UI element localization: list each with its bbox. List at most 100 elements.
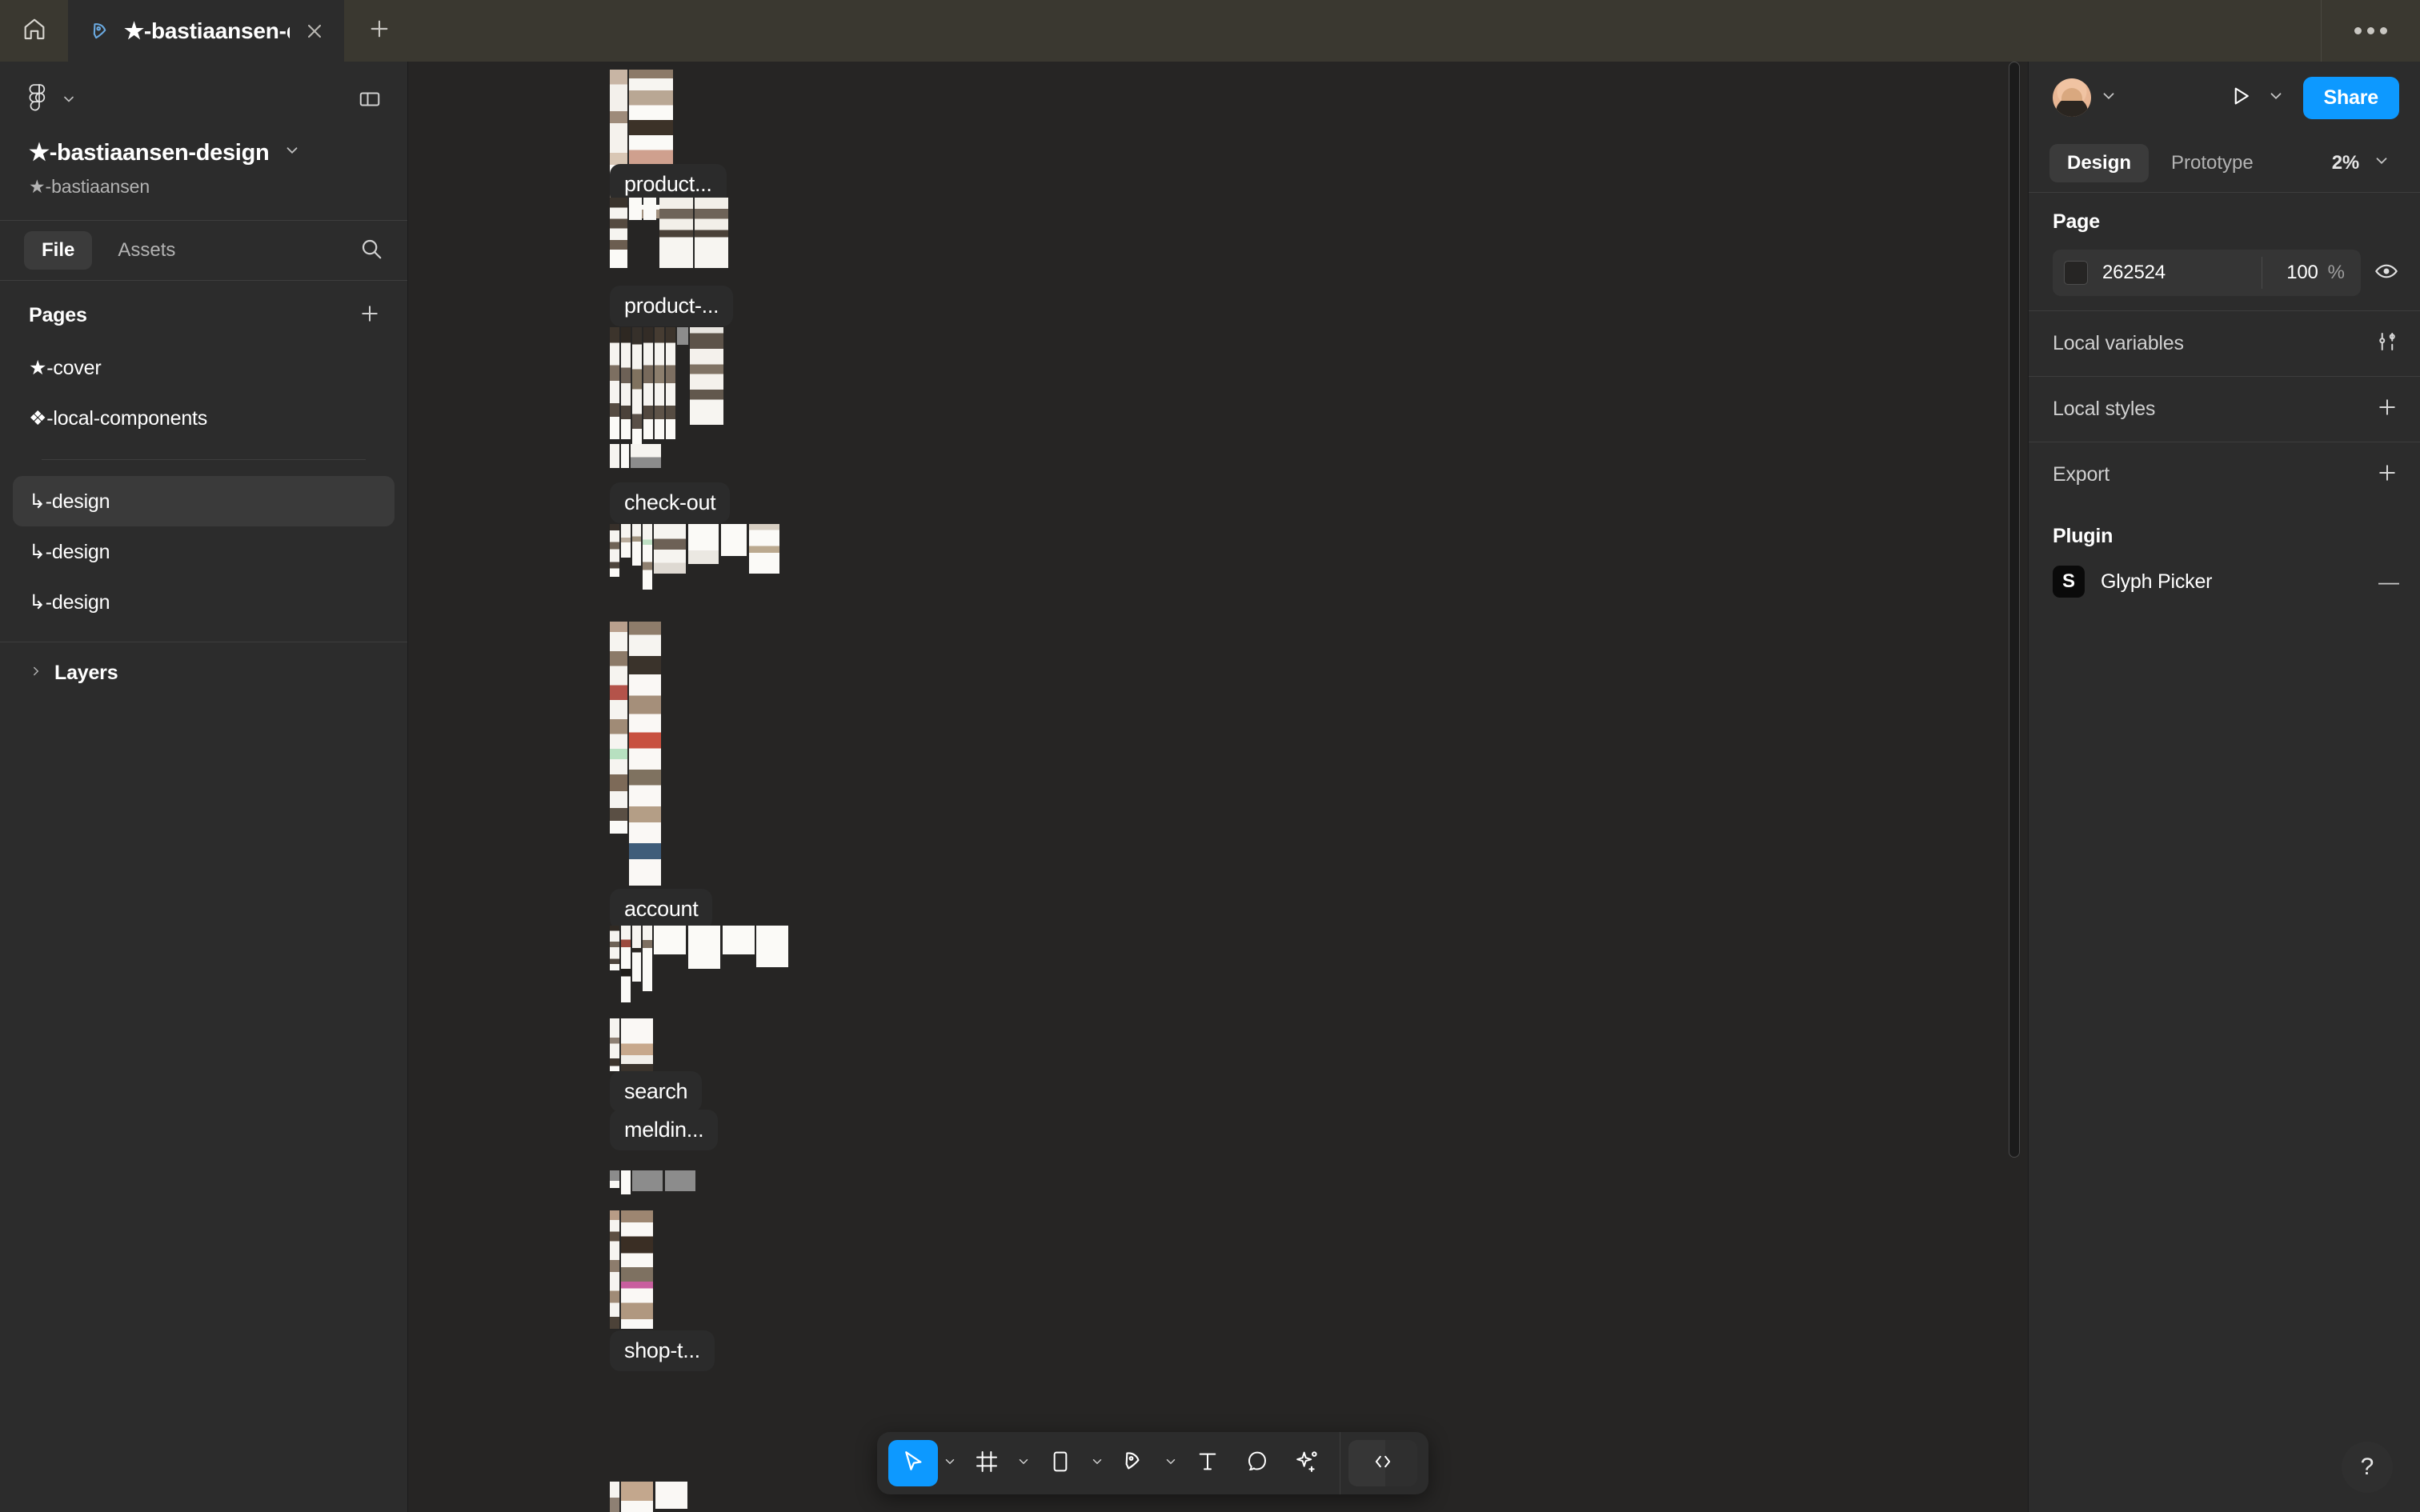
frame-thumbnail[interactable] (610, 1482, 619, 1512)
file-title-row[interactable]: ★-bastiaansen-design (29, 138, 379, 166)
visibility-toggle[interactable] (2374, 258, 2399, 288)
add-page-button[interactable] (358, 302, 382, 330)
frame-thumbnail[interactable] (610, 622, 627, 834)
frame-label[interactable]: meldin... (610, 1110, 719, 1150)
frame-thumbnail[interactable] (643, 926, 652, 991)
frame-thumbnail[interactable] (643, 524, 652, 590)
frame-thumbnail[interactable] (610, 524, 619, 577)
frame-thumbnail[interactable] (690, 327, 723, 425)
frame-thumbnail[interactable] (688, 524, 719, 564)
browser-tab[interactable]: ★-bastiaansen-design (68, 0, 344, 62)
frame-thumbnail[interactable] (655, 1482, 687, 1509)
zoom-level[interactable]: 2% (2332, 152, 2359, 174)
export-row[interactable]: Export (2029, 442, 2420, 507)
frame-thumbnail[interactable] (721, 524, 747, 556)
frame-thumbnail[interactable] (677, 327, 688, 345)
open-variables-button[interactable] (2375, 330, 2399, 358)
frame-thumbnail[interactable] (723, 926, 755, 954)
frame-label[interactable]: search (610, 1071, 703, 1112)
frame-label[interactable]: account (610, 889, 713, 930)
frame-thumbnail[interactable] (632, 1170, 663, 1191)
frame-thumbnail[interactable] (621, 926, 631, 1002)
share-button[interactable]: Share (2302, 76, 2399, 119)
layers-section-header[interactable]: Layers (0, 642, 407, 704)
frame-thumbnail[interactable] (654, 926, 686, 954)
pen-tool-caret[interactable] (1159, 1440, 1183, 1486)
frame-tool-caret[interactable] (1012, 1440, 1036, 1486)
close-icon[interactable] (301, 18, 328, 45)
sidebar-item-local-components[interactable]: ❖-local-components (13, 393, 395, 443)
frame-thumbnail[interactable] (632, 524, 641, 566)
sidebar-item-design-1[interactable]: ↳-design (13, 476, 395, 526)
zoom-caret-button[interactable] (2364, 146, 2399, 181)
frame-thumbnail[interactable] (610, 327, 619, 439)
frame-thumbnail[interactable] (632, 327, 642, 451)
sidebar-item-design-3[interactable]: ↳-design (13, 577, 395, 627)
new-tab-button[interactable] (344, 0, 415, 62)
dev-mode-button[interactable] (1348, 1440, 1417, 1486)
frame-label[interactable]: product-... (610, 286, 734, 326)
browser-menu-button[interactable] (2321, 0, 2420, 62)
present-button[interactable] (2223, 80, 2258, 115)
shape-tool-button[interactable] (1036, 1440, 1085, 1486)
home-button[interactable] (0, 0, 68, 62)
frame-label[interactable]: check-out (610, 482, 731, 523)
canvas-scrollbar[interactable] (2009, 62, 2020, 1158)
frame-thumbnail[interactable] (629, 198, 642, 220)
local-styles-row[interactable]: Local styles (2029, 376, 2420, 442)
add-export-button[interactable] (2375, 461, 2399, 489)
sidebar-item-design-2[interactable]: ↳-design (13, 526, 395, 577)
frame-thumbnail[interactable] (695, 198, 728, 268)
frame-thumbnail[interactable] (632, 926, 641, 982)
frame-tool-button[interactable] (962, 1440, 1012, 1486)
frame-thumbnail[interactable] (610, 1170, 619, 1188)
frame-thumbnail[interactable] (643, 198, 656, 220)
local-variables-row[interactable]: Local variables (2029, 310, 2420, 376)
frame-thumbnail[interactable] (621, 327, 631, 439)
frame-thumbnail[interactable] (749, 524, 779, 574)
search-button[interactable] (359, 237, 383, 265)
frame-thumbnail[interactable] (643, 327, 653, 439)
frame-thumbnail[interactable] (631, 444, 661, 468)
frame-thumbnail[interactable] (688, 926, 720, 969)
tab-assets[interactable]: Assets (100, 231, 193, 270)
page-color-field[interactable]: 262524 100 % (2053, 250, 2361, 296)
frame-thumbnail[interactable] (629, 622, 661, 886)
color-swatch[interactable] (2064, 261, 2088, 285)
comment-tool-button[interactable] (1232, 1440, 1282, 1486)
sidebar-item-cover[interactable]: ★-cover (13, 342, 395, 393)
frame-thumbnail[interactable] (665, 1170, 695, 1191)
add-style-button[interactable] (2375, 395, 2399, 423)
shape-tool-caret[interactable] (1085, 1440, 1109, 1486)
tab-file[interactable]: File (24, 231, 93, 270)
frame-thumbnail[interactable] (610, 1210, 619, 1329)
frame-thumbnail[interactable] (621, 444, 629, 468)
plugin-item-glyph-picker[interactable]: S Glyph Picker — (2029, 551, 2420, 612)
frame-thumbnail[interactable] (659, 198, 693, 268)
frame-thumbnail[interactable] (621, 524, 631, 558)
frame-thumbnail[interactable] (621, 1170, 631, 1194)
frame-thumbnail[interactable] (621, 1018, 653, 1071)
actions-tool-button[interactable] (1282, 1440, 1332, 1486)
frame-thumbnail[interactable] (610, 444, 619, 468)
frame-thumbnail[interactable] (610, 1018, 619, 1071)
present-caret-button[interactable] (2258, 80, 2294, 115)
frame-thumbnail[interactable] (610, 926, 619, 970)
avatar[interactable] (2053, 78, 2091, 117)
figma-menu-button[interactable] (29, 83, 77, 118)
frame-thumbnail[interactable] (654, 524, 686, 574)
move-tool-button[interactable] (888, 1440, 938, 1486)
avatar-caret-button[interactable] (2091, 80, 2126, 115)
frame-thumbnail[interactable] (655, 327, 664, 439)
tab-prototype[interactable]: Prototype (2154, 144, 2271, 182)
text-tool-button[interactable] (1183, 1440, 1232, 1486)
move-tool-caret[interactable] (938, 1440, 962, 1486)
frame-label[interactable]: shop-t... (610, 1330, 715, 1371)
frame-thumbnail[interactable] (756, 926, 788, 967)
remove-plugin-button[interactable]: — (2378, 570, 2399, 594)
frame-thumbnail[interactable] (621, 1210, 653, 1329)
help-button[interactable]: ? (2342, 1442, 2393, 1493)
tab-design[interactable]: Design (2049, 143, 2150, 182)
frame-thumbnail[interactable] (666, 327, 675, 439)
frame-thumbnail[interactable] (621, 1482, 653, 1512)
